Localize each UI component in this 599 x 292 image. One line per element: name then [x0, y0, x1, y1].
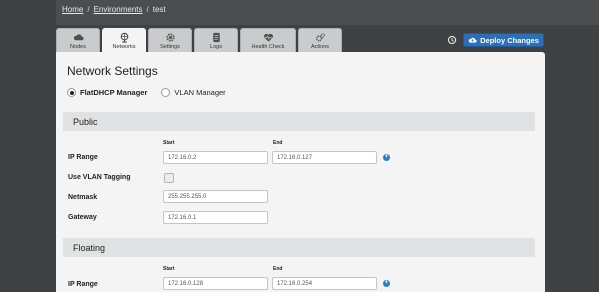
tab-logs[interactable]: Logs	[194, 28, 238, 52]
breadcrumb: Home / Environments / test	[62, 5, 166, 14]
breadcrumb-current: test	[152, 5, 166, 14]
add-range-plus-icon[interactable]: +	[383, 280, 390, 287]
radio-unchecked-icon	[161, 88, 171, 97]
start-column-label: Start	[163, 266, 175, 272]
tab-label: Logs	[210, 44, 222, 50]
section-public-header: Public	[63, 112, 535, 131]
flatdhcp-manager-radio[interactable]: FlatDHCP Manager	[67, 88, 147, 97]
breadcrumb-separator: /	[87, 5, 90, 14]
gears-icon	[315, 33, 325, 42]
tab-health-check[interactable]: Health Check	[240, 28, 296, 52]
tab-nodes[interactable]: Nodes	[56, 28, 100, 52]
page-title: Network Settings	[67, 64, 158, 78]
document-icon	[212, 32, 220, 43]
public-ip-range-label: IP Range	[68, 154, 98, 161]
tab-bar: Nodes Networks Settings Logs Health Chec…	[56, 28, 342, 52]
tab-label: Networks	[112, 44, 136, 50]
breadcrumb-home[interactable]: Home	[62, 5, 83, 14]
history-icon[interactable]	[447, 35, 457, 45]
right-edge	[545, 25, 599, 292]
radio-checked-icon	[67, 88, 76, 97]
breadcrumb-separator: /	[146, 5, 149, 14]
use-vlan-tagging-checkbox[interactable]	[164, 173, 174, 183]
start-column-label: Start	[163, 140, 175, 146]
radio-label: VLAN Manager	[174, 88, 226, 97]
gear-icon	[165, 33, 175, 42]
heart-monitor-icon	[263, 33, 273, 42]
tab-settings[interactable]: Settings	[148, 28, 192, 52]
deploy-changes-label: Deploy Changes	[480, 35, 539, 45]
public-ip-start-input[interactable]: 172.16.0.2	[163, 151, 268, 164]
floating-ip-end-input[interactable]: 172.16.0.254	[272, 277, 377, 290]
use-vlan-tagging-label: Use VLAN Tagging	[68, 174, 131, 181]
left-edge	[0, 0, 56, 292]
section-floating-header: Floating	[63, 238, 535, 257]
netmask-label: Netmask	[68, 194, 98, 201]
gateway-label: Gateway	[68, 214, 97, 221]
tab-label: Settings	[160, 44, 180, 50]
tab-label: Health Check	[251, 44, 285, 50]
end-column-label: End	[273, 140, 283, 146]
network-settings-panel: Network Settings FlatDHCP Manager VLAN M…	[56, 52, 545, 292]
end-column-label: End	[273, 266, 283, 272]
tab-networks[interactable]: Networks	[102, 28, 146, 52]
netmask-input[interactable]: 255.255.255.0	[163, 190, 268, 203]
network-globe-icon	[120, 32, 128, 43]
tab-label: Actions	[310, 44, 330, 50]
floating-ip-start-input[interactable]: 172.16.0.128	[163, 277, 268, 290]
deploy-changes-button[interactable]: Deploy Changes	[463, 33, 544, 47]
add-range-plus-icon[interactable]: +	[383, 154, 390, 161]
gateway-input[interactable]: 172.16.0.1	[163, 211, 268, 224]
vlan-manager-radio[interactable]: VLAN Manager	[161, 88, 226, 97]
public-ip-end-input[interactable]: 172.16.0.127	[272, 151, 377, 164]
floating-ip-range-label: IP Range	[68, 281, 98, 288]
tab-actions[interactable]: Actions	[298, 28, 342, 52]
network-manager-radio-group: FlatDHCP Manager VLAN Manager	[67, 88, 226, 97]
tab-label: Nodes	[70, 44, 86, 50]
cloud-upload-icon	[468, 37, 477, 43]
breadcrumb-environments[interactable]: Environments	[94, 5, 143, 14]
cloud-icon	[73, 34, 84, 41]
radio-label: FlatDHCP Manager	[80, 88, 148, 97]
